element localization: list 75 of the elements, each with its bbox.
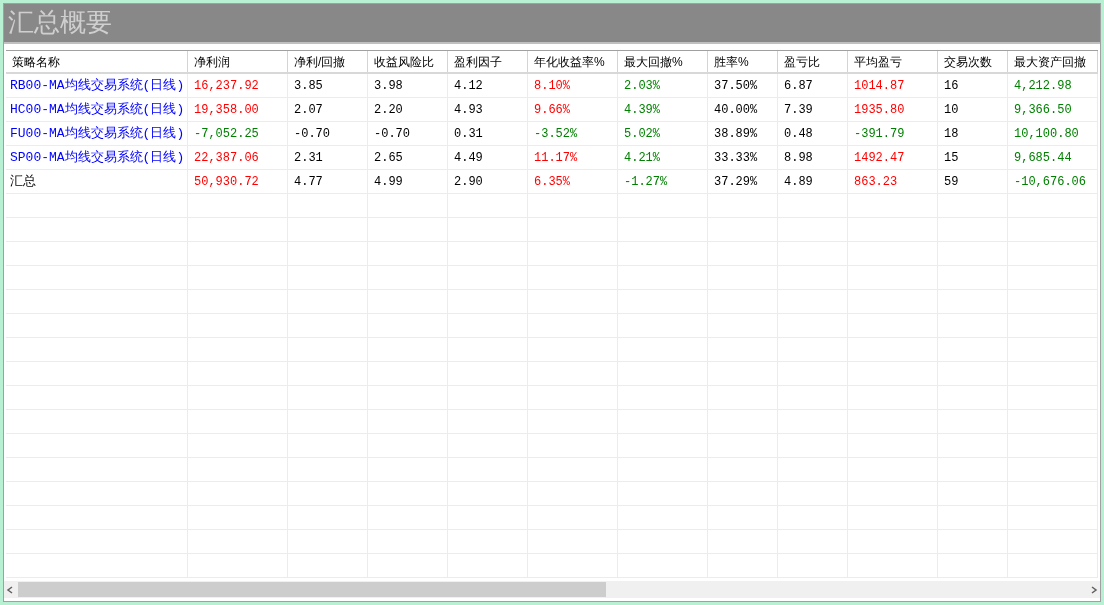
table-cell-text: 19,358.00 [194, 101, 259, 119]
table-cell-text: 2.65 [374, 149, 403, 167]
table-cell-text: 37.50% [714, 77, 758, 95]
table-cell-text: 18 [944, 125, 959, 143]
table-cell-text: 22,387.06 [194, 149, 259, 167]
table-cell-text: 59 [944, 173, 959, 191]
table-cell-text: 2.07 [294, 101, 323, 119]
table-cell-text: -3.52% [534, 125, 578, 143]
table-cell-text: SP00-MA均线交易系统(日线) [10, 148, 185, 167]
table-cell-text: 11.17% [534, 149, 578, 167]
column-header[interactable]: 净利润 [188, 51, 288, 72]
table-cell-text: 16 [944, 77, 959, 95]
table-cell-text: 6.87 [784, 77, 813, 95]
table-cell-text: 7.39 [784, 101, 813, 119]
column-header[interactable]: 年化收益率% [528, 51, 618, 72]
column-header[interactable]: 胜率% [708, 51, 778, 72]
table-cell-text: 1935.80 [854, 101, 905, 119]
table-cell-text: 9.66% [534, 101, 570, 119]
table-cell-text: 10 [944, 101, 959, 119]
table-cell-text: 3.85 [294, 77, 323, 95]
table-cell-text: 37.29% [714, 173, 758, 191]
column-header[interactable]: 平均盈亏 [848, 51, 938, 72]
table-cell-text: 1014.87 [854, 77, 905, 95]
table-cell-text: 1492.47 [854, 149, 905, 167]
table-cell-text: -7,052.25 [194, 125, 259, 143]
table-cell-text: 2.90 [454, 173, 483, 191]
table-cell-text: 4.49 [454, 149, 483, 167]
scrollbar-thumb[interactable] [18, 582, 606, 597]
table-cell-text: RB00-MA均线交易系统(日线) [10, 76, 185, 95]
table-cell-text: 4.21% [624, 149, 660, 167]
table-cell-text: 15 [944, 149, 959, 167]
column-header[interactable]: 交易次数 [938, 51, 1008, 72]
column-header[interactable]: 盈亏比 [778, 51, 848, 72]
table-cell-text: 16,237.92 [194, 77, 259, 95]
table-cell-text: -0.70 [374, 125, 410, 143]
table-cell-text: 9,366.50 [1014, 101, 1072, 119]
column-header[interactable]: 最大资产回撤 [1008, 51, 1098, 72]
table-cell-text: -10,676.06 [1014, 173, 1086, 191]
table-cell-text: 9,685.44 [1014, 149, 1072, 167]
table-cell-text: 2.03% [624, 77, 660, 95]
table-cell-text: 0.48 [784, 125, 813, 143]
table-cell-text: 汇总 [10, 172, 36, 191]
column-header[interactable]: 净利/回撤 [288, 51, 368, 72]
table-cell-text: -391.79 [854, 125, 905, 143]
panel-title: 汇总概要 [8, 10, 112, 36]
table-cell-text: 2.20 [374, 101, 403, 119]
table-cell-text: -1.27% [624, 173, 668, 191]
column-header[interactable]: 最大回撤% [618, 51, 708, 72]
horizontal-scrollbar[interactable] [4, 581, 1100, 598]
table-cell-text: 4.77 [294, 173, 323, 191]
table-cell-text: 38.89% [714, 125, 758, 143]
table-cell-text: 8.10% [534, 77, 570, 95]
table-cell-text: 0.31 [454, 125, 483, 143]
table-cell-text: 10,100.80 [1014, 125, 1079, 143]
column-header[interactable]: 策略名称 [6, 51, 188, 72]
table-cell-text: 4.99 [374, 173, 403, 191]
table-cell-text: FU00-MA均线交易系统(日线) [10, 124, 185, 143]
table-cell-text: 50,930.72 [194, 173, 259, 191]
table-cell-text: -0.70 [294, 125, 330, 143]
table-cell-text: 6.35% [534, 173, 570, 191]
table-cell-text: 8.98 [784, 149, 813, 167]
table-cell-text: HC00-MA均线交易系统(日线) [10, 100, 185, 119]
table-cell-text: 4.89 [784, 173, 813, 191]
table-cell-text: 4.93 [454, 101, 483, 119]
table-cell-text: 863.23 [854, 173, 898, 191]
column-header[interactable]: 盈利因子 [448, 51, 528, 72]
table-cell-text: 2.31 [294, 149, 323, 167]
table-cell-text: 40.00% [714, 101, 758, 119]
table-cell-text: 4.39% [624, 101, 660, 119]
column-header[interactable]: 收益风险比 [368, 51, 448, 72]
table-cell-text: 4,212.98 [1014, 77, 1072, 95]
table-cell-text: 3.98 [374, 77, 403, 95]
table-cell-text: 5.02% [624, 125, 660, 143]
table-cell-text: 33.33% [714, 149, 758, 167]
table-cell-text: 4.12 [454, 77, 483, 95]
